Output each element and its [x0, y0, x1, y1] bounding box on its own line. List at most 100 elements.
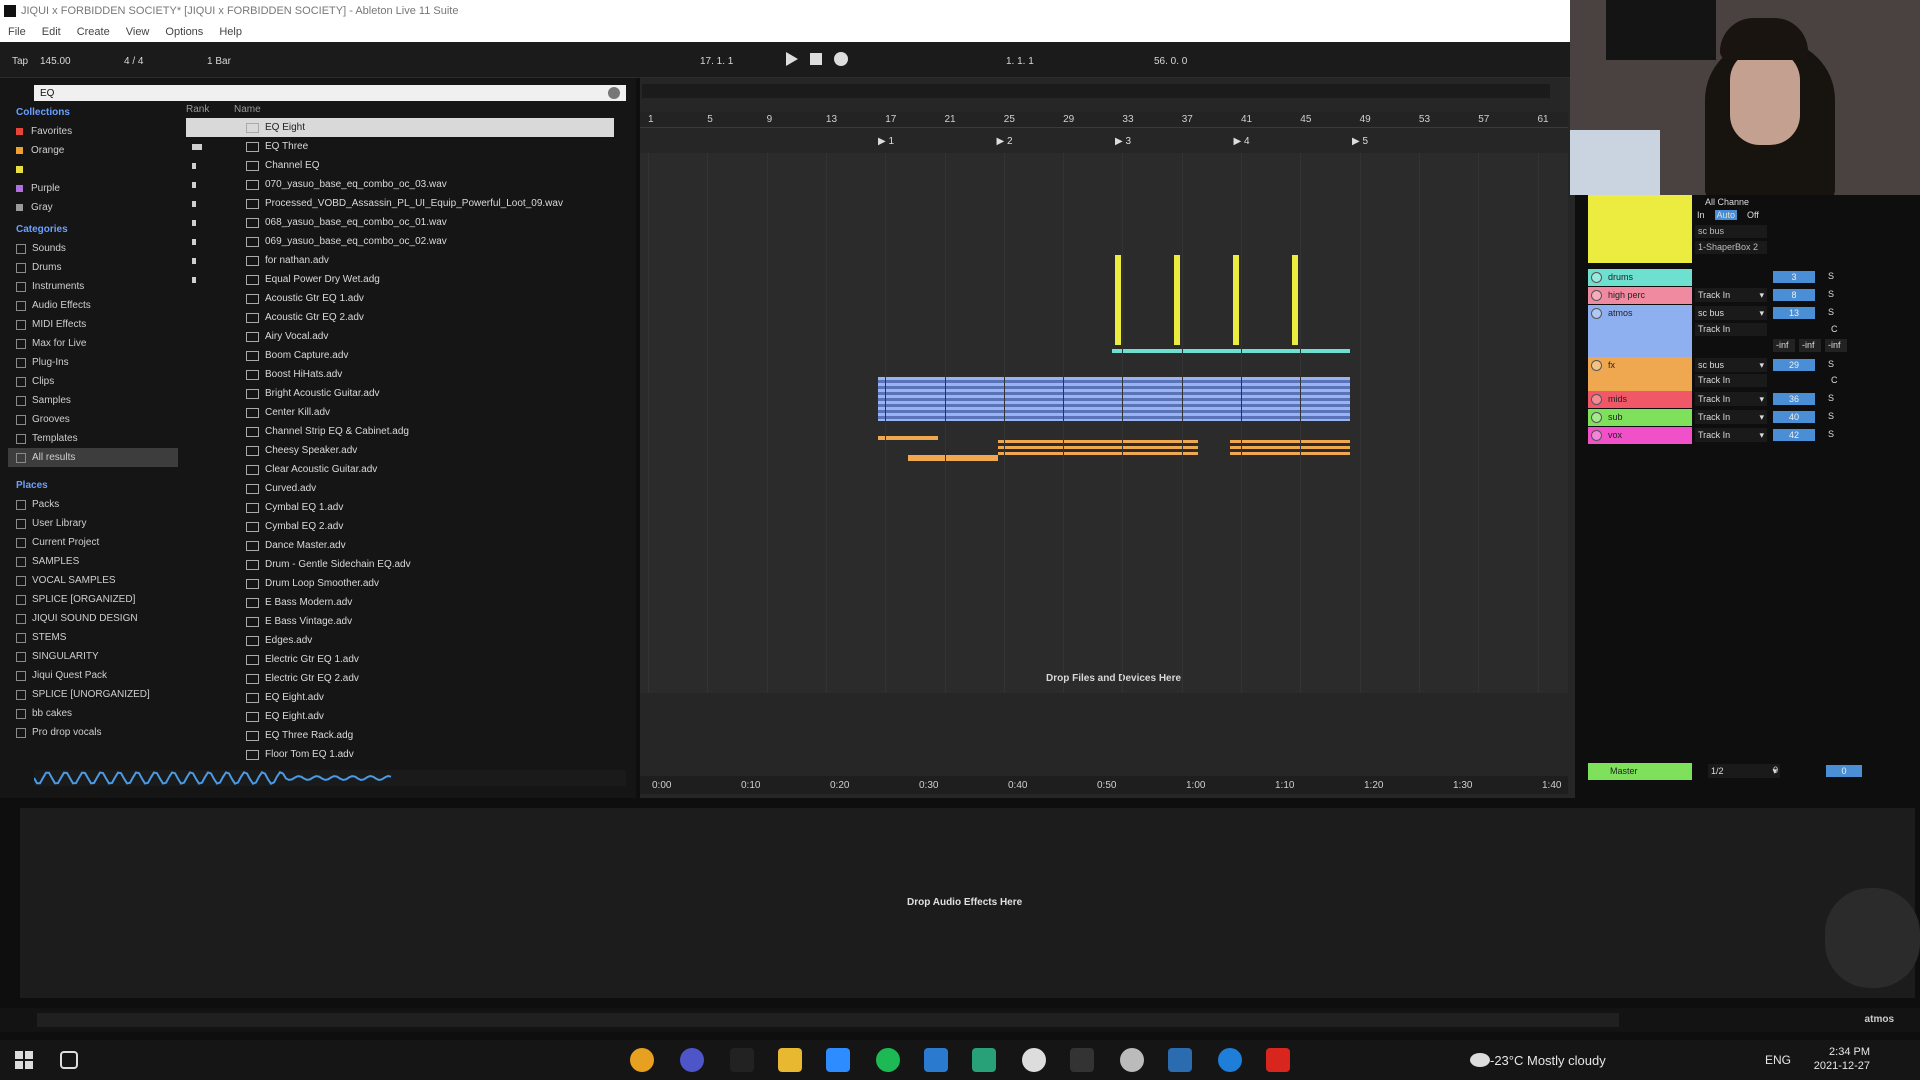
browser-search-input[interactable] [34, 85, 626, 101]
file-row[interactable]: Drum Loop Smoother.adv [186, 574, 614, 593]
drums-clip[interactable] [1292, 255, 1298, 345]
play-icon[interactable] [786, 52, 798, 66]
collection-item[interactable]: Purple [8, 179, 178, 198]
zoom-icon[interactable] [826, 1048, 850, 1072]
place-item[interactable]: Packs [8, 495, 178, 514]
track-volume[interactable]: 36 [1773, 393, 1815, 405]
place-item[interactable]: VOCAL SAMPLES [8, 571, 178, 590]
track-volume[interactable]: 29 [1773, 359, 1815, 371]
solo-button[interactable]: S [1828, 411, 1834, 421]
file-row[interactable]: EQ Eight.adv [186, 688, 614, 707]
locator[interactable]: ▶ 2 [997, 136, 1013, 147]
cue-volume[interactable]: 0 [1826, 765, 1862, 777]
atmos-peak-meter[interactable]: -inf [1825, 339, 1847, 352]
place-item[interactable]: User Library [8, 514, 178, 533]
monitor-off[interactable]: Off [1745, 210, 1761, 220]
tap-button[interactable]: Tap [12, 56, 28, 67]
file-row[interactable]: Bright Acoustic Guitar.adv [186, 384, 614, 403]
app-icon[interactable] [1022, 1048, 1046, 1072]
file-row[interactable]: Cymbal EQ 2.adv [186, 517, 614, 536]
file-row[interactable]: EQ Three [186, 137, 614, 156]
track-volume[interactable]: 3 [1773, 271, 1815, 283]
file-row[interactable]: Boom Capture.adv [186, 346, 614, 365]
clock[interactable]: 2:34 PM 2021-12-27 [1800, 1045, 1870, 1073]
category-drums[interactable]: Drums [8, 258, 178, 277]
locator[interactable]: ▶ 4 [1234, 136, 1250, 147]
file-row[interactable]: Airy Vocal.adv [186, 327, 614, 346]
beat-ruler[interactable]: 1 5 9 13 17 21 25 29 33 37 41 45 49 53 57 61 [640, 112, 1568, 128]
file-row[interactable]: Center Kill.adv [186, 403, 614, 422]
app-icon[interactable] [972, 1048, 996, 1072]
track-input-select[interactable]: sc bus [1695, 358, 1767, 372]
solo-button[interactable]: S [1828, 271, 1834, 281]
monitor-in[interactable]: In [1695, 210, 1707, 220]
solo-button[interactable]: S [1828, 393, 1834, 403]
track-activator-icon[interactable] [1591, 308, 1602, 319]
collection-item[interactable]: Orange [8, 141, 178, 160]
track-drums[interactable]: drums 3 S [1585, 269, 1885, 286]
file-row[interactable]: EQ Three Rack.adg [186, 726, 614, 745]
file-row[interactable]: for nathan.adv [186, 251, 614, 270]
track-name[interactable]: mids [1588, 391, 1692, 408]
ableton-live-icon[interactable] [730, 1048, 754, 1072]
high-perc-clip[interactable] [1112, 349, 1350, 353]
track-vox[interactable]: voxTrack In 42 S [1585, 427, 1885, 444]
category-plug-ins[interactable]: Plug-Ins [8, 353, 178, 372]
monitor-auto[interactable]: Auto [1714, 210, 1738, 220]
file-row[interactable]: Cymbal EQ 1.adv [186, 498, 614, 517]
drums-clip[interactable] [1233, 255, 1239, 345]
track-input-select[interactable]: Track In [1695, 428, 1767, 442]
file-row[interactable]: EQ Eight [186, 118, 614, 137]
menu-edit[interactable]: Edit [34, 26, 69, 38]
file-row[interactable]: Equal Power Dry Wet.adg [186, 270, 614, 289]
track-input-select[interactable]: Track In [1695, 410, 1767, 424]
ableton-live-icon[interactable] [1070, 1048, 1094, 1072]
track-lanes[interactable]: Drop Files and Devices Here [640, 153, 1568, 693]
spotify-icon[interactable] [876, 1048, 900, 1072]
fx-input-select[interactable]: Track In [1695, 374, 1767, 387]
quantize-select[interactable]: 1 Bar [207, 56, 231, 67]
place-item[interactable]: bb cakes [8, 704, 178, 723]
track-input-select[interactable]: sc bus [1695, 306, 1767, 320]
place-item[interactable]: Current Project [8, 533, 178, 552]
atmos-peak-meter[interactable]: -inf [1799, 339, 1821, 352]
track-input-select[interactable]: Track In [1695, 288, 1767, 302]
track-fx[interactable]: fxsc bus 29 S [1585, 357, 1885, 391]
track-volume[interactable]: 40 [1773, 411, 1815, 423]
meter-field[interactable]: 4 / 4 [124, 56, 143, 67]
track-name[interactable]: drums [1588, 269, 1692, 286]
master-output-select[interactable]: 1/2 [1708, 764, 1780, 778]
track-name[interactable]: high perc [1588, 287, 1692, 304]
track-name[interactable]: vox [1588, 427, 1692, 444]
file-row[interactable]: Acoustic Gtr EQ 2.adv [186, 308, 614, 327]
category-instruments[interactable]: Instruments [8, 277, 178, 296]
solo-button[interactable]: S [1828, 307, 1834, 317]
file-row[interactable]: 070_yasuo_base_eq_combo_oc_03.wav [186, 175, 614, 194]
record-icon[interactable] [834, 52, 848, 66]
file-row[interactable]: Floor Tom EQ 1.adv [186, 745, 614, 764]
song-position[interactable]: 17. 1. 1 [700, 56, 733, 67]
track-activator-icon[interactable] [1591, 290, 1602, 301]
track-activator-icon[interactable] [1591, 412, 1602, 423]
file-row[interactable]: EQ Eight.adv [186, 707, 614, 726]
battlenet-icon[interactable] [1218, 1048, 1242, 1072]
fx-clip[interactable] [1230, 440, 1350, 456]
weather-icon[interactable] [1470, 1053, 1490, 1067]
arrangement-drop-zone[interactable]: Drop Files and Devices Here [1046, 673, 1181, 684]
place-item[interactable]: SPLICE [ORGANIZED] [8, 590, 178, 609]
file-row[interactable]: Cheesy Speaker.adv [186, 441, 614, 460]
collection-item[interactable]: Gray [8, 198, 178, 217]
category-all-results[interactable]: All results [8, 448, 178, 467]
file-row[interactable]: 068_yasuo_base_eq_combo_oc_01.wav [186, 213, 614, 232]
solo-button[interactable]: S [1828, 429, 1834, 439]
file-row[interactable]: Channel Strip EQ & Cabinet.adg [186, 422, 614, 441]
menu-file[interactable]: File [0, 26, 34, 38]
file-row[interactable]: 069_yasuo_base_eq_combo_oc_02.wav [186, 232, 614, 251]
menu-view[interactable]: View [118, 26, 158, 38]
fx-pan-knob[interactable]: C [1828, 374, 1848, 387]
file-row[interactable]: Drum - Gentle Sidechain EQ.adv [186, 555, 614, 574]
track-name[interactable]: atmos [1588, 305, 1692, 357]
track-volume[interactable]: 8 [1773, 289, 1815, 301]
time-ruler[interactable]: 0:00 0:10 0:20 0:30 0:40 0:50 1:00 1:10 1:20 1:30… [640, 776, 1568, 794]
category-max-for-live[interactable]: Max for Live [8, 334, 178, 353]
